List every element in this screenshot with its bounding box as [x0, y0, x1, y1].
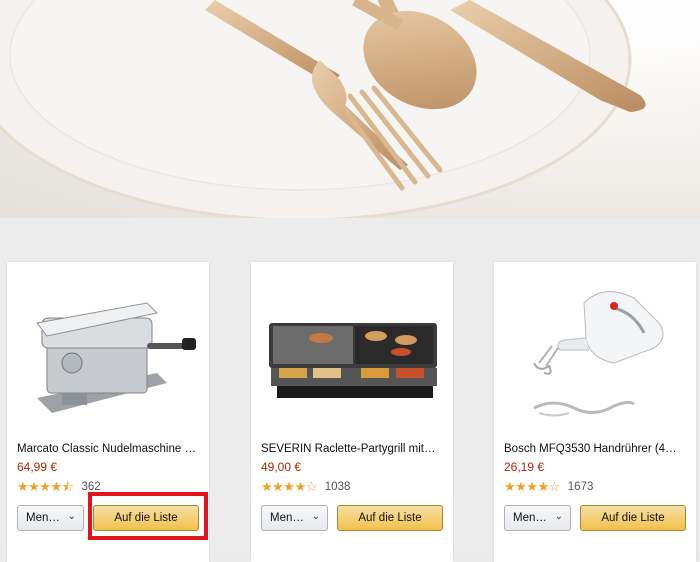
star-rating-icon: ★★★★☆ [261, 479, 317, 494]
product-rating[interactable]: ★★★★☆ 1038 [261, 480, 350, 494]
add-to-list-button[interactable]: Auf die Liste [580, 505, 686, 531]
star-rating-icon: ★★★★☆ [504, 479, 560, 494]
product-price: 64,99 € [17, 460, 58, 474]
product-title[interactable]: SEVERIN Raclette-Partygrill mit… [261, 443, 449, 455]
menu-button-label: Men… [270, 512, 304, 524]
raclette-grill-image[interactable] [251, 268, 453, 438]
review-count: 1038 [324, 481, 351, 493]
more-options-dropdown[interactable]: Men… ⌄ [261, 505, 328, 531]
hero-banner [0, 0, 700, 218]
product-title[interactable]: Bosch MFQ3530 Handrührer (4… [504, 443, 692, 455]
product-card[interactable]: Bosch MFQ3530 Handrührer (4… 26,19 € ★★★… [494, 262, 696, 562]
hand-mixer-image[interactable] [494, 268, 696, 438]
highlight-box [88, 492, 208, 540]
add-to-list-button[interactable]: Auf die Liste [337, 505, 443, 531]
star-rating-icon: ★★★★⯪ [17, 479, 74, 494]
chevron-down-icon: ⌄ [311, 511, 320, 522]
more-options-dropdown[interactable]: Men… ⌄ [504, 505, 571, 531]
product-card[interactable]: SEVERIN Raclette-Partygrill mit… 49,00 €… [251, 262, 453, 562]
menu-button-label: Men… [26, 512, 60, 524]
more-options-dropdown[interactable]: Men… ⌄ [17, 505, 84, 531]
cutlery-on-plate-banner [0, 0, 646, 218]
pasta-machine-image[interactable] [7, 268, 209, 438]
product-price: 26,19 € [504, 460, 545, 474]
chevron-down-icon: ⌄ [67, 511, 76, 522]
chevron-down-icon: ⌄ [554, 511, 563, 522]
product-rating[interactable]: ★★★★☆ 1673 [504, 480, 593, 494]
menu-button-label: Men… [513, 512, 547, 524]
review-count: 1673 [567, 481, 594, 493]
product-price: 49,00 € [261, 460, 302, 474]
product-title[interactable]: Marcato Classic Nudelmaschine … [17, 443, 205, 455]
